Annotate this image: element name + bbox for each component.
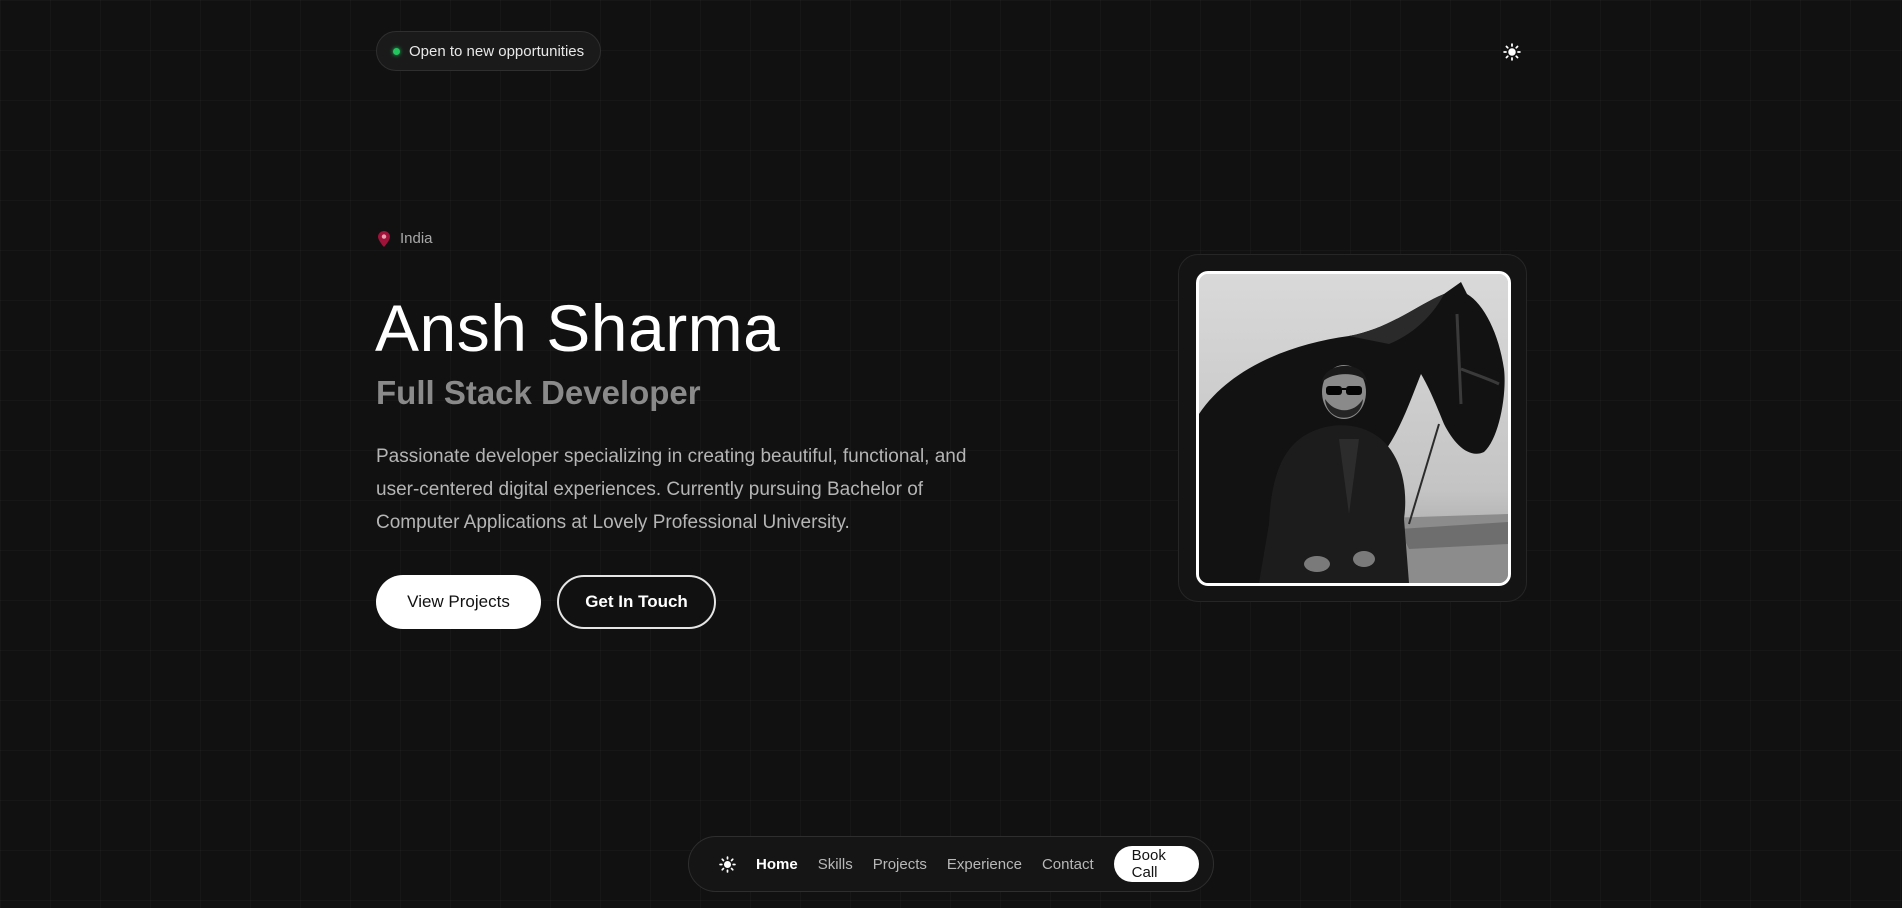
nav-item-experience[interactable]: Experience (947, 856, 1022, 873)
view-projects-button[interactable]: View Projects (376, 575, 541, 629)
theme-toggle-button[interactable] (1500, 40, 1524, 64)
nav-item-contact[interactable]: Contact (1042, 856, 1094, 873)
status-dot-icon (393, 47, 400, 55)
portrait-card (1178, 254, 1527, 602)
book-call-button[interactable]: Book Call (1113, 846, 1199, 882)
availability-badge: Open to new opportunities (376, 31, 602, 71)
map-pin-icon (378, 230, 390, 247)
nav-theme-toggle-button[interactable] (719, 853, 736, 875)
sun-icon (719, 855, 736, 873)
sun-icon (1503, 43, 1521, 61)
availability-label: Open to new opportunities (409, 42, 585, 60)
hero-description: Passionate developer specializing in cre… (376, 446, 967, 533)
profile-photo (1196, 271, 1511, 586)
nav-item-projects[interactable]: Projects (873, 856, 927, 873)
location: India (378, 230, 433, 247)
bottom-navigation: Home Skills Projects Experience Contact … (688, 836, 1214, 892)
location-label: India (400, 230, 433, 247)
get-in-touch-button[interactable]: Get In Touch (557, 575, 716, 629)
nav-item-skills[interactable]: Skills (818, 856, 853, 873)
hero-name: Ansh Sharma (375, 291, 781, 365)
nav-item-home[interactable]: Home (756, 856, 798, 873)
hero-role: Full Stack Developer (376, 374, 701, 411)
